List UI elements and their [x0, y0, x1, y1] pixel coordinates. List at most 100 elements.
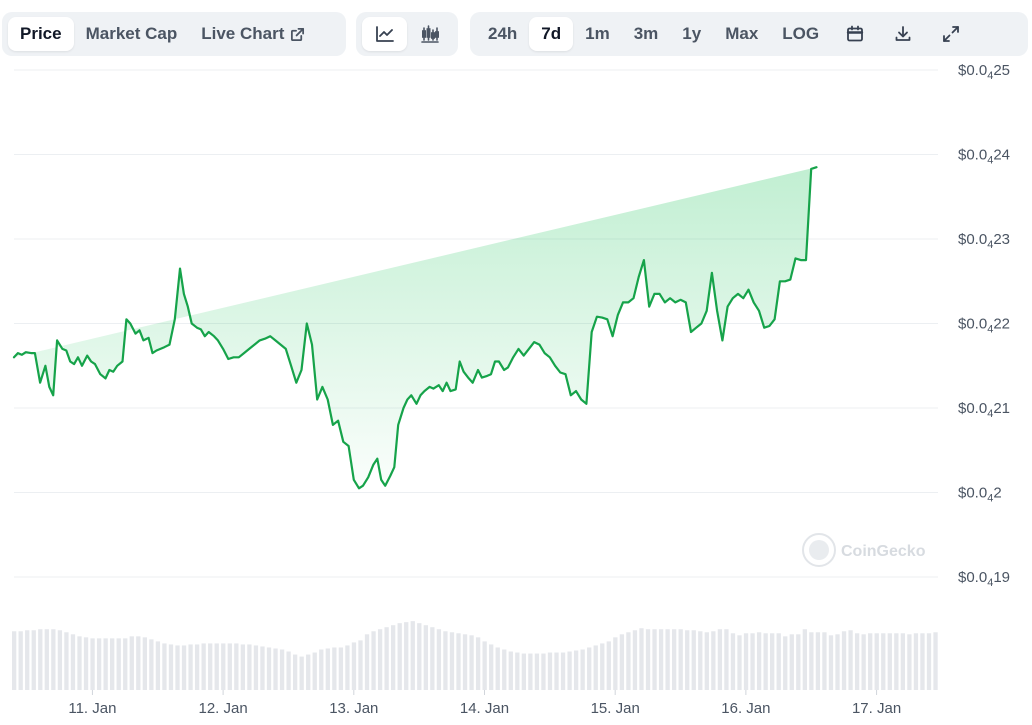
download-button[interactable] — [879, 17, 927, 51]
x-tick-label-4: 15. Jan — [591, 700, 640, 717]
volume-bar-14 — [103, 638, 108, 690]
coingecko-logo-inner — [809, 540, 829, 560]
volume-bar-77 — [515, 652, 520, 690]
x-tick-label-5: 16. Jan — [721, 700, 770, 717]
volume-bar-74 — [495, 647, 500, 690]
volume-bar-17 — [123, 638, 128, 690]
volume-bar-72 — [482, 641, 487, 690]
volume-bar-57 — [384, 627, 389, 690]
volume-bar-117 — [776, 633, 781, 690]
volume-bar-111 — [737, 635, 742, 690]
volume-bar-84 — [560, 652, 566, 690]
volume-bar-105 — [698, 631, 703, 690]
volume-bar-109 — [724, 629, 729, 690]
volume-bar-126 — [835, 634, 840, 690]
candlestick-button[interactable] — [407, 17, 452, 51]
volume-bar-66 — [443, 631, 448, 690]
tab-price[interactable]: Price — [8, 17, 74, 51]
x-tick-label-6: 17. Jan — [852, 700, 901, 717]
volume-bar-113 — [750, 633, 755, 690]
fullscreen-icon — [942, 25, 960, 43]
volume-bar-58 — [391, 625, 396, 690]
range-7d-label: 7d — [541, 24, 562, 43]
volume-bar-79 — [528, 653, 533, 690]
chart-style-group — [356, 12, 458, 56]
volume-bar-61 — [410, 621, 415, 690]
volume-bar-93 — [619, 634, 625, 690]
volume-bar-98 — [652, 629, 657, 690]
volume-bar-42 — [286, 651, 291, 690]
volume-bar-110 — [730, 633, 736, 690]
range-1m[interactable]: 1m — [573, 17, 622, 51]
volume-bar-108 — [717, 629, 723, 690]
tab-live-chart[interactable]: Live Chart — [189, 17, 317, 51]
y-tick-label-5: $0.0424 — [958, 147, 1010, 167]
volume-bar-7 — [57, 630, 63, 690]
volume-bar-112 — [743, 633, 749, 690]
volume-bar-15 — [110, 638, 115, 690]
range-max[interactable]: Max — [713, 17, 770, 51]
volume-bar-82 — [547, 652, 553, 690]
volume-bar-106 — [704, 632, 709, 690]
volume-bar-80 — [534, 653, 540, 690]
date-range-button[interactable] — [831, 17, 879, 51]
volume-bar-24 — [168, 644, 174, 690]
volume-bar-69 — [462, 634, 468, 690]
volume-bar-62 — [417, 623, 422, 690]
volume-bar-141 — [933, 632, 938, 690]
volume-bar-83 — [554, 652, 559, 690]
y-tick-label-1: $0.042 — [958, 485, 1002, 505]
range-max-label: Max — [725, 24, 759, 43]
volume-bar-67 — [449, 632, 455, 690]
range-24h[interactable]: 24h — [476, 17, 529, 51]
volume-bar-101 — [672, 629, 677, 690]
volume-bar-54 — [364, 634, 370, 690]
volume-bar-94 — [626, 632, 631, 690]
volume-bar-81 — [541, 653, 546, 690]
volume-bar-127 — [841, 631, 847, 690]
volume-bar-85 — [567, 651, 572, 690]
y-tick-label-0: $0.0419 — [958, 569, 1010, 589]
volume-bar-64 — [430, 627, 435, 690]
volume-bar-31 — [214, 643, 219, 690]
range-1y[interactable]: 1y — [670, 17, 713, 51]
volume-bar-124 — [822, 632, 827, 690]
range-3m[interactable]: 3m — [622, 17, 671, 51]
tab-market-cap[interactable]: Market Cap — [74, 17, 190, 51]
volume-bar-120 — [796, 634, 801, 690]
volume-bar-39 — [266, 647, 272, 690]
chart-toolbar: Price Market Cap Live Chart 24h 7d 1m 3m… — [0, 10, 1032, 58]
candlestick-icon — [420, 25, 440, 43]
price-chart: CoinGecko $0.0419$0.042$0.0421$0.0422$0.… — [12, 62, 1010, 717]
volume-bar-41 — [279, 649, 285, 690]
volume-bar-71 — [475, 637, 481, 690]
range-7d[interactable]: 7d — [529, 17, 574, 51]
volume-bar-123 — [815, 632, 821, 690]
range-group: 24h 7d 1m 3m 1y Max LOG — [470, 12, 1028, 56]
volume-bar-91 — [606, 641, 611, 690]
volume-bar-0 — [12, 631, 17, 690]
y-tick-label-4: $0.0423 — [958, 231, 1010, 251]
volume-bar-119 — [789, 634, 794, 690]
volume-bar-134 — [887, 633, 892, 690]
volume-bar-60 — [404, 622, 409, 690]
volume-bar-138 — [913, 633, 919, 690]
line-chart-button[interactable] — [362, 17, 407, 51]
watermark: CoinGecko — [802, 533, 926, 567]
volume-bar-130 — [861, 634, 866, 690]
log-scale-toggle[interactable]: LOG — [770, 17, 831, 51]
volume-bar-139 — [920, 633, 925, 690]
line-chart-icon — [375, 25, 395, 43]
volume-bar-92 — [613, 637, 618, 690]
external-link-icon — [290, 27, 305, 42]
volume-bar-10 — [77, 636, 82, 690]
volume-bar-9 — [70, 634, 76, 690]
download-icon — [894, 25, 912, 43]
volume-bar-125 — [828, 635, 834, 690]
tab-live-chart-label: Live Chart — [201, 24, 285, 43]
volume-bar-13 — [96, 638, 102, 690]
volume-bar-3 — [31, 630, 36, 690]
fullscreen-button[interactable] — [927, 17, 975, 51]
y-axis-labels: $0.0419 $0.042 $0.0421 $0.0422 $0.0423 $0.042… — [958, 62, 1010, 589]
log-scale-label: LOG — [782, 24, 820, 43]
